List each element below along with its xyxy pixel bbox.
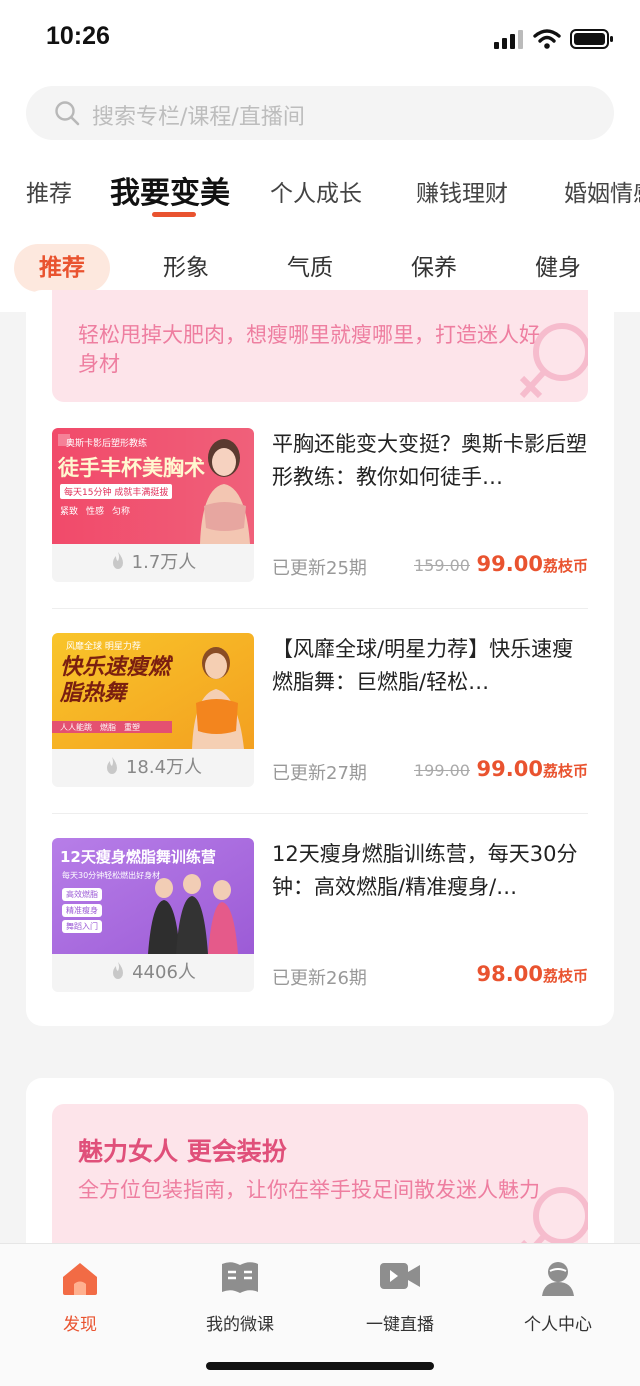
home-icon [63,1263,97,1295]
sub-category-tabs: 推荐 形象 气质 保养 健身 [0,244,640,294]
divider [52,608,588,609]
status-bar: 10:26 [0,0,640,78]
tab-growth[interactable]: 个人成长 [270,174,362,208]
subscriber-count: 4406人 [52,954,254,992]
section-card-fitness: 轻松甩掉大肥肉，想瘦哪里就瘦哪里，打造迷人好身材 奥斯卡影后塑形教练 徒手丰杯美… [26,290,614,1026]
search-placeholder: 搜索专栏/课程/直播间 [92,105,305,130]
cover-tag: 性感 [86,507,105,517]
cover-title: 徒手丰杯美胸术 [58,456,205,480]
cover-tag: 精准瘦身 [62,904,102,917]
original-price: 199.00 [414,761,470,780]
course-thumbnail[interactable]: 12天瘦身燃脂舞训练营 每天30分钟轻松燃出好身材 高效燃脂 精准瘦身 舞蹈入门 [52,838,254,954]
battery-icon [570,29,613,49]
price-value: 98.00 [476,962,543,986]
tab-finance[interactable]: 赚钱理财 [416,174,508,208]
course-thumbnail[interactable]: 风靡全球 明星力荐 快乐速瘦燃脂热舞 人人能跳 燃脂 重塑 [52,633,254,749]
cover-tags: 高效燃脂 精准瘦身 舞蹈入门 [62,888,102,933]
subtab-recommend[interactable]: 推荐 [14,244,110,292]
search-icon [55,101,80,126]
cover-tag: 重塑 [124,723,140,732]
nav-label: 发现 [63,1315,97,1335]
course-item[interactable]: 风靡全球 明星力荐 快乐速瘦燃脂热舞 人人能跳 燃脂 重塑 18.4万人 【风靡… [52,633,588,805]
tab-marriage[interactable]: 婚姻情感 [564,174,640,208]
price-unit: 荔枝币 [542,762,588,780]
category-tabs: 推荐 我要变美 个人成长 赚钱理财 婚姻情感 [0,164,640,220]
subtab-fitness[interactable]: 健身 [510,244,606,292]
nav-my-courses[interactable]: 我的微课 [180,1260,300,1335]
cover-tag: 人人能跳 [60,723,92,732]
banner-description: 轻松甩掉大肥肉，想瘦哪里就瘦哪里，打造迷人好身材 [78,323,540,376]
price-unit: 荔枝币 [542,557,588,575]
original-price: 159.00 [414,556,470,575]
divider [52,813,588,814]
venus-icon [519,323,588,399]
cover-title: 12天瘦身燃脂舞训练营 [60,848,216,866]
price: 99.00荔枝币 [477,552,588,576]
subscriber-count-text: 18.4万人 [125,757,203,778]
system-icons [494,28,614,50]
course-title[interactable]: 12天瘦身燃脂训练营，每天30分钟：高效燃脂/精准瘦身/… [272,838,590,904]
nav-profile[interactable]: 个人中心 [498,1260,618,1335]
price-unit: 荔枝币 [542,967,588,985]
course-title[interactable]: 【风靡全球/明星力荐】快乐速瘦燃脂舞：巨燃脂/轻松… [272,633,590,699]
cover-tag: 高效燃脂 [62,888,102,901]
cover-tags: 人人能跳 燃脂 重塑 [60,722,140,733]
active-tab-indicator [152,212,196,217]
course-title[interactable]: 平胸还能变大变挺？奥斯卡影后塑形教练：教你如何徒手… [272,428,590,494]
course-item[interactable]: 奥斯卡影后塑形教练 徒手丰杯美胸术 每天15分钟 成就丰满挺拔 紧致 性感 匀称… [52,428,588,600]
status-time: 10:26 [46,22,110,50]
cover-subtitle: 每天15分钟 成就丰满挺拔 [60,484,173,499]
tab-recommend[interactable]: 推荐 [26,174,72,208]
subscriber-count: 18.4万人 [52,749,254,787]
book-icon [222,1262,258,1293]
flame-icon [112,552,123,569]
nav-label: 个人中心 [524,1315,592,1335]
nav-live[interactable]: 一键直播 [340,1260,460,1335]
nav-discover[interactable]: 发现 [20,1260,140,1335]
nav-label: 我的微课 [206,1315,274,1335]
wifi-icon [533,29,561,49]
subscriber-count-text: 4406人 [132,962,196,983]
subtab-temperament[interactable]: 气质 [262,244,358,292]
search-bar[interactable]: 搜索专栏/课程/直播间 [26,86,614,140]
top-header: 10:26 搜索专栏/课程/直播间 推荐 我要变美 个人成长 赚钱理财 婚姻情 … [0,0,640,312]
section-banner[interactable]: 轻松甩掉大肥肉，想瘦哪里就瘦哪里，打造迷人好身材 [52,290,588,402]
course-thumbnail[interactable]: 奥斯卡影后塑形教练 徒手丰杯美胸术 每天15分钟 成就丰满挺拔 紧致 性感 匀称 [52,428,254,544]
cover-tag: 紧致 [60,507,79,517]
banner-title: 魅力女人 更会装扮 [78,1137,287,1166]
tab-beauty[interactable]: 我要变美 [110,168,230,212]
course-item[interactable]: 12天瘦身燃脂舞训练营 每天30分钟轻松燃出好身材 高效燃脂 精准瘦身 舞蹈入门… [52,838,588,1010]
subscriber-count-text: 1.7万人 [131,552,197,573]
signal-icon [494,30,523,49]
price-value: 99.00 [476,552,543,576]
cover-title: 快乐速瘦燃脂热舞 [60,655,171,706]
price: 98.00荔枝币 [477,962,588,986]
cover-tag: 燃脂 [100,723,116,732]
video-camera-icon [380,1263,420,1289]
price: 99.00荔枝币 [477,757,588,781]
nav-label: 一键直播 [366,1315,434,1335]
cover-subtitle: 每天30分钟轻松燃出好身材 [62,871,161,880]
update-status: 已更新25期 [272,558,367,579]
update-status: 已更新27期 [272,763,367,784]
subtab-care[interactable]: 保养 [386,244,482,292]
price-value: 99.00 [476,757,543,781]
cover-tag: 匀称 [112,507,131,517]
subscriber-count: 1.7万人 [52,544,254,582]
home-indicator [206,1362,434,1370]
update-status: 已更新26期 [272,968,367,989]
flame-icon [113,962,124,979]
section-card-style: 魅力女人 更会装扮 全方位包装指南，让你在举手投足间散发迷人魅力 [26,1078,614,1268]
cover-top-text: 风靡全球 明星力荐 [66,642,141,652]
subtab-image[interactable]: 形象 [138,244,234,292]
banner-description: 全方位包装指南，让你在举手投足间散发迷人魅力 [78,1178,540,1202]
cover-tag: 舞蹈入门 [62,920,102,933]
flame-icon [106,757,117,774]
cover-top-text: 奥斯卡影后塑形教练 [66,439,148,449]
user-icon [542,1262,574,1296]
cover-tags: 紧致 性感 匀称 [60,504,130,517]
